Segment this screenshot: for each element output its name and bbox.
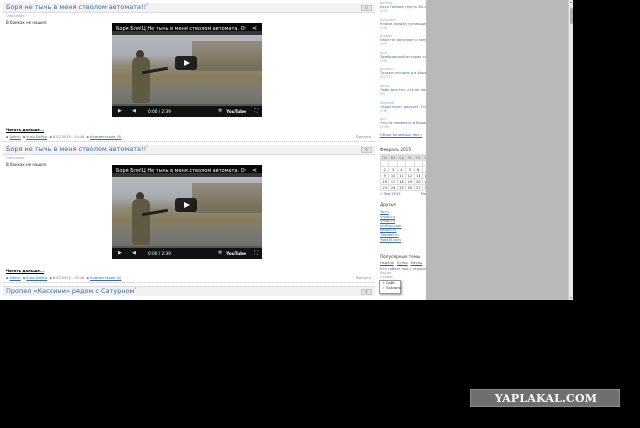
context-menu-item[interactable]: ✓ Скачать xyxy=(380,286,401,291)
link-icon: ° xyxy=(134,287,137,292)
category-link[interactable]: Kuso-Байки xyxy=(26,276,47,280)
category-link[interactable]: Kuso-Байки xyxy=(26,135,47,139)
complaint-link[interactable]: Пукнуть xyxy=(356,135,371,139)
context-menu: ✕ Сайт ✓ Скачать xyxy=(379,280,401,294)
author-link[interactable]: Admin xyxy=(10,276,21,280)
calendar-day[interactable]: 24 xyxy=(388,184,398,191)
video-title-bar: Боря Бля!Ц Не тычь в меня стволом автома… xyxy=(112,23,262,35)
scroll-down-icon[interactable]: ▾ xyxy=(569,296,573,300)
play-button[interactable] xyxy=(175,198,197,212)
video-time: 0:00 / 2:39 xyxy=(148,251,171,256)
play-button[interactable] xyxy=(175,56,197,70)
play-icon xyxy=(184,201,190,208)
post-meta: ▪ Admin ▪ Kuso-Байки ▪ 8.02.2015 - 10:48… xyxy=(6,135,122,139)
share-icon[interactable]: ⋖ xyxy=(252,167,257,174)
video-trees xyxy=(192,183,262,213)
read-more-link[interactable]: Читать дальше... xyxy=(6,268,44,273)
calendar-day[interactable]: 25 xyxy=(396,184,407,191)
fullscreen-icon[interactable]: ⛶ xyxy=(254,250,258,256)
post-header: Боря не тычь в меня стволом автомата!!° … xyxy=(3,145,375,155)
calendar-prev-link[interactable]: « Янв 2015 xyxy=(380,192,401,196)
watermark-logo: YAPLAKAL.COM xyxy=(470,389,620,407)
scrollbar-thumb[interactable] xyxy=(570,8,573,24)
post-2: Боря не тычь в меня стволом автомата!!° … xyxy=(3,145,375,167)
browser-page: Боря не тычь в меня стволом автомата!!° … xyxy=(0,0,573,300)
video-title[interactable]: Боря Бля!Ц Не тычь в меня стволом автома… xyxy=(116,26,246,32)
video-trees xyxy=(192,41,262,71)
video-controls: ▶ ◀ 0:00 / 2:39 ✻ YouTube ⛶ xyxy=(112,248,262,259)
post-footer: ▪ Admin ▪ Kuso-Байки ▪ 8.02.2015 - 10:48… xyxy=(3,133,375,142)
scroll-up-icon[interactable]: ▴ xyxy=(569,0,573,4)
post-title[interactable]: Боря не тычь в меня стволом автомата!!° xyxy=(6,145,148,153)
post-1: Боря не тычь в меня стволом автомата!!° … xyxy=(3,3,375,25)
friends-list: Ya.ru Vmail.ru Vmail.ru VidPlay.com RaiDel.r… xyxy=(380,210,401,242)
complaint-link[interactable]: Пукнуть xyxy=(356,276,371,280)
popular-title: Популярные темы xyxy=(380,254,421,259)
link-icon: ° xyxy=(146,145,149,150)
read-more-link[interactable]: Читать дальше... xyxy=(6,127,44,132)
play-icon xyxy=(184,59,190,66)
play-small-icon[interactable]: ▶ xyxy=(118,108,122,114)
share-icon[interactable]: ⋖ xyxy=(252,25,257,32)
all-themes-link[interactable]: Обзор активных тем » xyxy=(380,133,422,137)
video-title-bar: Боря Бля!Ц Не тычь в меня стволом автома… xyxy=(112,165,262,177)
calendar-day[interactable]: 27 xyxy=(413,184,423,191)
video-player[interactable]: Боря Бля!Ц Не тычь в меня стволом автома… xyxy=(112,23,262,117)
calendar-day[interactable]: 23 xyxy=(379,184,390,191)
post-date: 8.02.2015 - 10:48 xyxy=(52,135,85,139)
post-meta: ▪ Admin ▪ Kuso-Байки ▪ 8.02.2015 - 10:48… xyxy=(6,276,122,280)
post-tag: Описание xyxy=(6,156,25,160)
link-icon: ° xyxy=(146,3,149,8)
friends-title: Друзья xyxy=(380,202,396,207)
fullscreen-icon[interactable]: ⛶ xyxy=(254,108,258,114)
friend-link[interactable]: YadaTe.com xyxy=(380,238,401,243)
bullet-icon: ✓ xyxy=(382,286,385,290)
volume-icon[interactable]: ◀ xyxy=(132,108,136,114)
post-tag: Описание xyxy=(6,14,25,18)
watermark-text: YAPLAKAL.COM xyxy=(494,392,598,405)
post-header: Боря не тычь в меня стволом автомата!!° … xyxy=(3,3,375,13)
post-title[interactable]: Боря не тычь в меня стволом автомата!!° xyxy=(6,3,148,11)
friend-link[interactable]: TreeNet.ru xyxy=(380,233,401,238)
volume-icon[interactable]: ◀ xyxy=(132,250,136,256)
screenshot: Боря не тычь в меня стволом автомата!!° … xyxy=(0,0,640,428)
page-scrollbar[interactable]: ▴ ▾ xyxy=(568,0,573,300)
post-rating-button[interactable]: 4 xyxy=(361,289,372,295)
video-player[interactable]: Боря Бля!Ц Не тычь в меня стволом автома… xyxy=(112,165,262,259)
popular-tab[interactable]: Неделя xyxy=(380,261,394,265)
comments-link[interactable]: Комментарии (0) xyxy=(90,276,121,280)
popular-tab[interactable]: Месяц xyxy=(411,261,423,265)
main-column: Боря не тычь в меня стволом автомата!!° … xyxy=(0,0,376,300)
youtube-logo[interactable]: YouTube xyxy=(226,109,246,114)
post-3-header: Пропел «Кассини» рядом с Сатурном° 4 xyxy=(3,286,375,296)
comments-link[interactable]: Комментарии (0) xyxy=(90,135,121,139)
author-link[interactable]: Admin xyxy=(10,135,21,139)
popular-tabs: Неделя Сутки Месяц xyxy=(380,261,425,265)
video-title[interactable]: Боря Бля!Ц Не тычь в меня стволом автома… xyxy=(116,168,246,174)
post-date: 8.02.2015 - 10:48 xyxy=(52,276,85,280)
popular-tab[interactable]: Сутки xyxy=(397,261,408,265)
youtube-logo[interactable]: YouTube xyxy=(226,251,246,256)
post-rating-button[interactable]: 0 xyxy=(361,147,372,153)
video-time: 0:00 / 2:39 xyxy=(148,109,171,114)
settings-icon[interactable]: ✻ xyxy=(218,108,222,114)
post-title[interactable]: Пропел «Кассини» рядом с Сатурном° xyxy=(6,287,136,295)
video-person xyxy=(132,57,150,103)
bullet-icon: ✕ xyxy=(382,281,385,285)
calendar-day[interactable]: 26 xyxy=(405,184,415,191)
play-small-icon[interactable]: ▶ xyxy=(118,250,122,256)
video-controls: ▶ ◀ 0:00 / 2:39 ✻ YouTube ⛶ xyxy=(112,106,262,117)
calendar-title: Февраль 2015 xyxy=(380,147,412,152)
settings-icon[interactable]: ✻ xyxy=(218,250,222,256)
grey-overlay-panel xyxy=(426,0,568,300)
video-person xyxy=(132,199,150,245)
post-rating-button[interactable]: 0 xyxy=(361,5,372,11)
post-footer: ▪ Admin ▪ Kuso-Байки ▪ 8.02.2015 - 10:48… xyxy=(3,274,375,283)
